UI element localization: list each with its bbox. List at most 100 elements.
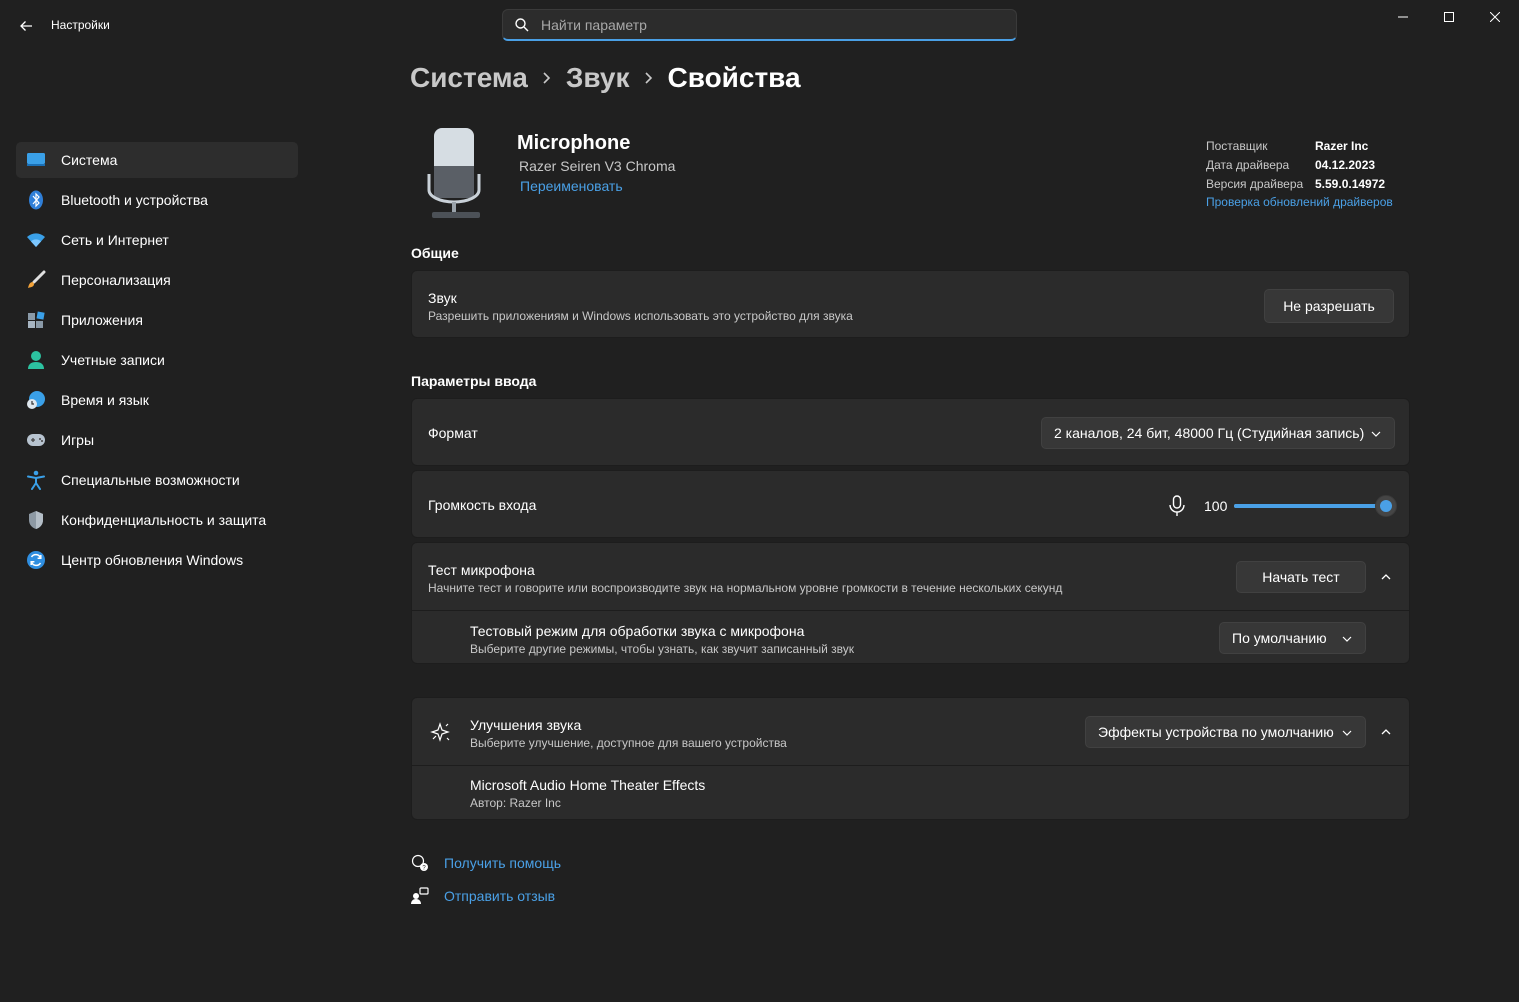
effect-author: Автор: Razer Inc [470,796,561,810]
sidebar-item-label: Игры [61,432,95,448]
sidebar-item-privacy[interactable]: Конфиденциальность и защита [16,502,298,538]
minimize-button[interactable] [1380,0,1426,34]
search-box[interactable] [502,9,1017,41]
account-icon [26,350,46,370]
breadcrumb: Система Звук Свойства [410,58,801,98]
card-subtitle: Разрешить приложениям и Windows использо… [428,309,853,323]
search-input[interactable] [541,15,1001,35]
sidebar-item-label: Центр обновления Windows [61,552,244,568]
start-test-button[interactable]: Начать тест [1236,561,1366,593]
driver-info-row: Версия драйвера 5.59.0.14972 [1206,174,1393,193]
check-driver-updates-link[interactable]: Проверка обновлений драйверов [1206,195,1393,209]
breadcrumb-item-sound[interactable]: Звук [566,62,630,94]
sidebar-item-label: Система [61,152,118,168]
sidebar-item-personalization[interactable]: Персонализация [16,262,298,298]
section-input-title: Параметры ввода [411,373,537,389]
card-title: Тестовый режим для обработки звука с мик… [470,623,805,639]
info-value: 5.59.0.14972 [1315,176,1386,191]
sidebar-item-windows-update[interactable]: Центр обновления Windows [16,542,298,578]
wifi-icon [26,230,46,250]
apps-icon [26,310,46,330]
sidebar-item-label: Время и язык [61,392,149,408]
maximize-icon [1444,12,1454,22]
card-subtitle: Выберите улучшение, доступное для вашего… [470,736,787,750]
effect-title: Microsoft Audio Home Theater Effects [470,777,706,793]
input-volume-slider[interactable] [1234,495,1397,517]
driver-info-row: Поставщик Razer Inc [1206,136,1393,155]
send-feedback-link[interactable]: Отправить отзыв [444,888,555,904]
chevron-right-icon [542,71,552,85]
sidebar-item-label: Bluetooth и устройства [61,192,208,208]
format-dropdown[interactable]: 2 каналов, 24 бит, 48000 Гц (Студийная з… [1041,417,1395,449]
collapse-button[interactable] [1374,720,1398,744]
sidebar-item-label: Приложения [61,312,143,328]
minimize-icon [1398,16,1408,18]
chevron-down-icon [1342,730,1352,736]
accessibility-icon [26,470,46,490]
info-value: Razer Inc [1315,138,1369,153]
help-icon: ? [411,854,429,872]
sidebar-item-system[interactable]: Система [16,142,298,178]
rename-link[interactable]: Переименовать [520,178,623,194]
card-title: Тест микрофона [428,562,535,578]
back-button[interactable] [12,12,40,40]
card-subtitle: Начните тест и говорите или воспроизводи… [428,581,1063,595]
card-title: Формат [428,425,478,441]
maximize-button[interactable] [1426,0,1472,34]
feedback-icon [411,887,429,905]
sidebar-item-label: Сеть и Интернет [61,232,169,248]
gamepad-icon [26,430,46,450]
chevron-right-icon [644,71,654,85]
card-subtitle: Выберите другие режимы, чтобы узнать, ка… [470,642,854,656]
search-icon [515,18,529,32]
info-key: Поставщик [1206,138,1268,153]
chevron-down-icon [1371,431,1381,437]
brush-icon [26,270,46,290]
driver-info-row: Дата драйвера 04.12.2023 [1206,155,1393,174]
microphone-device-image [427,128,481,218]
sidebar-item-network[interactable]: Сеть и Интернет [16,222,298,258]
get-help-row[interactable]: ? Получить помощь [411,854,561,872]
feedback-row[interactable]: Отправить отзыв [411,887,555,905]
dropdown-value: По умолчанию [1232,630,1327,646]
sidebar-item-label: Учетные записи [61,352,165,368]
sidebar-item-apps[interactable]: Приложения [16,302,298,338]
slider-thumb[interactable] [1375,495,1397,517]
card-title: Громкость входа [428,497,537,513]
sidebar-item-label: Специальные возможности [61,472,240,488]
chevron-up-icon [1381,574,1391,580]
info-key: Версия драйвера [1206,176,1304,191]
sidebar-item-gaming[interactable]: Игры [16,422,298,458]
chevron-down-icon [1342,636,1352,642]
sidebar-item-bluetooth[interactable]: Bluetooth и устройства [16,182,298,218]
sidebar-item-accessibility[interactable]: Специальные возможности [16,462,298,498]
title-bar: Настройки [0,0,1519,50]
microphone-icon[interactable] [1168,495,1186,517]
breadcrumb-item-system[interactable]: Система [410,62,528,94]
info-key: Дата драйвера [1206,157,1290,172]
page-title: Свойства [667,62,801,93]
sidebar-item-label: Конфиденциальность и защита [61,512,267,528]
sidebar-item-accounts[interactable]: Учетные записи [16,342,298,378]
volume-value: 100 [1204,498,1228,514]
get-help-link[interactable]: Получить помощь [444,855,561,871]
update-icon [26,550,46,570]
test-mode-dropdown[interactable]: По умолчанию [1219,622,1366,654]
sidebar-item-label: Персонализация [61,272,171,288]
app-title: Настройки [51,18,110,32]
section-general-title: Общие [411,245,459,261]
divider [412,610,1409,611]
device-model: Razer Seiren V3 Chroma [519,158,676,174]
slider-fill [1234,504,1386,508]
mic-test-card: Тест микрофона Начните тест и говорите и… [411,542,1410,664]
dropdown-value: Эффекты устройства по умолчанию [1098,724,1334,740]
dropdown-value: 2 каналов, 24 бит, 48000 Гц (Студийная з… [1054,425,1365,441]
close-button[interactable] [1472,0,1518,34]
divider [412,765,1409,766]
collapse-button[interactable] [1374,565,1398,589]
device-name: Microphone [517,132,631,154]
disallow-button[interactable]: Не разрешать [1264,289,1394,323]
enhancements-dropdown[interactable]: Эффекты устройства по умолчанию [1085,716,1366,748]
driver-info: Поставщик Razer Inc Дата драйвера 04.12.… [1206,136,1393,210]
sidebar-item-time-language[interactable]: Время и язык [16,382,298,418]
